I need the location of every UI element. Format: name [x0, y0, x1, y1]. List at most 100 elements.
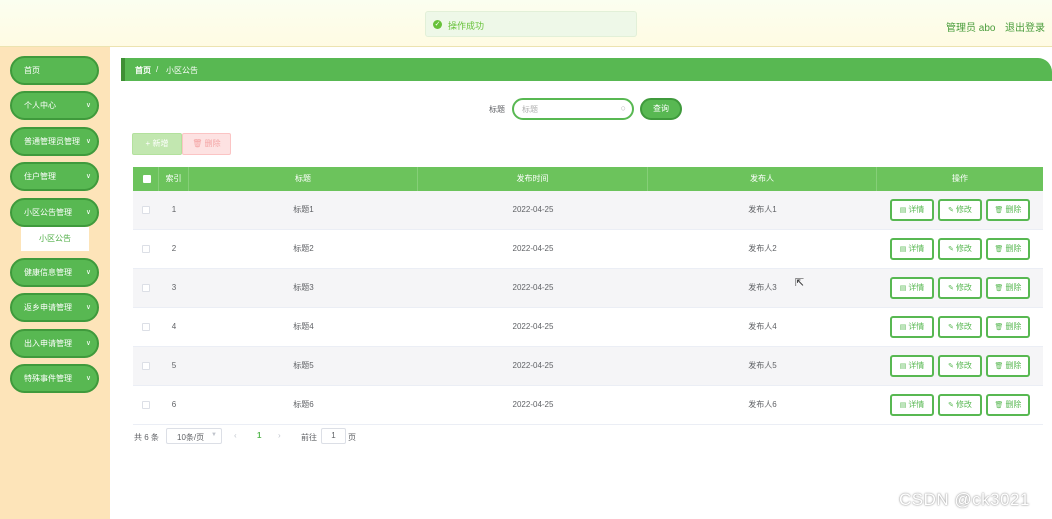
- edit-label: 修改: [955, 322, 972, 331]
- page-unit-label: 页: [348, 433, 356, 442]
- sidebar: 首页 个人中心 ∨ 普通管理员管理 ∨ 住户管理 ∨ 小区公告管理 ∨ 小区公告 健康信…: [0, 47, 110, 519]
- row-checkbox[interactable]: [142, 362, 150, 370]
- header-ops: 操作: [952, 174, 968, 183]
- sidebar-item-label: 个人中心: [24, 101, 56, 110]
- sidebar-item-admin-management[interactable]: 普通管理员管理 ∨: [10, 127, 99, 156]
- table-header: 索引 标题 发布时间 发布人 操作: [133, 167, 1043, 191]
- table-row: 3 标题3 2022-04-25 发布人3 ▤ 详情 ✎ 修改 🗑 删除: [133, 269, 1043, 308]
- goto-page-input[interactable]: 1: [321, 428, 346, 444]
- detail-button[interactable]: ▤ 详情: [890, 199, 934, 221]
- detail-button[interactable]: ▤ 详情: [890, 238, 934, 260]
- sidebar-item-personal-center[interactable]: 个人中心 ∨: [10, 91, 99, 120]
- delete-button[interactable]: 🗑 删除: [986, 316, 1030, 338]
- select-all-checkbox[interactable]: [143, 175, 151, 183]
- cell-index: 1: [171, 205, 177, 214]
- sidebar-item-access-application[interactable]: 出入申请管理 ∨: [10, 329, 99, 358]
- success-toast: ✓ 操作成功: [425, 11, 637, 37]
- delete-button[interactable]: 🗑 删除: [986, 355, 1030, 377]
- trash-icon: 🗑: [994, 285, 1004, 292]
- header-publisher: 发布人: [648, 167, 877, 191]
- next-page-button[interactable]: ›: [278, 431, 281, 440]
- detail-button[interactable]: ▤ 详情: [890, 355, 934, 377]
- edit-button[interactable]: ✎ 修改: [938, 394, 982, 416]
- delete-button[interactable]: 🗑 删除: [986, 394, 1030, 416]
- edit-button[interactable]: ✎ 修改: [938, 277, 982, 299]
- prev-page-button[interactable]: ‹: [234, 431, 237, 440]
- sidebar-item-notice-management[interactable]: 小区公告管理 ∨: [10, 198, 99, 227]
- document-icon: ▤: [899, 402, 907, 409]
- cell-title: 标题5: [293, 361, 314, 370]
- sidebar-item-label: 健康信息管理: [24, 268, 72, 277]
- cell-index: 6: [171, 400, 177, 409]
- cell-title: 标题2: [293, 244, 314, 253]
- delete-label: 删除: [1005, 400, 1022, 409]
- page-size-select[interactable]: 10条/页 ▼: [166, 428, 222, 444]
- search-label: 标题: [489, 105, 505, 114]
- header-date: 发布时间: [418, 167, 648, 191]
- delete-button[interactable]: 🗑 删除: [986, 277, 1030, 299]
- trash-icon: 🗑: [994, 246, 1004, 253]
- cell-index: 4: [171, 322, 177, 331]
- detail-button[interactable]: ▤ 详情: [890, 277, 934, 299]
- query-button[interactable]: 查询: [640, 98, 682, 120]
- sidebar-item-resident-management[interactable]: 住户管理 ∨: [10, 162, 99, 191]
- sidebar-item-home[interactable]: 首页: [10, 56, 99, 85]
- detail-button[interactable]: ▤ 详情: [890, 394, 934, 416]
- cell-index: 2: [171, 244, 177, 253]
- chevron-down-icon: ∨: [85, 375, 91, 382]
- document-icon: ▤: [899, 324, 907, 331]
- sidebar-item-special-events[interactable]: 特殊事件管理 ∨: [10, 364, 99, 393]
- mouse-cursor-icon: ⇱: [795, 277, 805, 289]
- pencil-icon: ✎: [948, 402, 954, 409]
- edit-button[interactable]: ✎ 修改: [938, 355, 982, 377]
- breadcrumb-home[interactable]: 首页: [135, 65, 151, 76]
- detail-button[interactable]: ▤ 详情: [890, 316, 934, 338]
- sidebar-item-label: 出入申请管理: [24, 339, 72, 348]
- chevron-down-icon: ∨: [85, 304, 91, 311]
- delete-label: 删除: [1005, 361, 1022, 370]
- cell-date: 2022-04-25: [512, 283, 554, 292]
- breadcrumb-separator: /: [156, 65, 159, 74]
- current-user: 管理员 abo: [946, 23, 996, 34]
- pencil-icon: ✎: [948, 207, 954, 214]
- header-index: 索引: [159, 167, 189, 191]
- chevron-down-icon: ∨: [85, 209, 91, 216]
- chevron-down-icon: ∨: [85, 138, 91, 145]
- cell-title: 标题4: [293, 322, 314, 331]
- sidebar-item-return-application[interactable]: 返乡申请管理 ∨: [10, 293, 99, 322]
- sidebar-item-health-management[interactable]: 健康信息管理 ∨: [10, 258, 99, 287]
- batch-delete-button[interactable]: 🗑 删除: [182, 133, 231, 155]
- detail-label: 详情: [908, 322, 925, 331]
- chevron-down-icon: ∨: [85, 102, 91, 109]
- cell-index: 5: [171, 361, 177, 370]
- edit-button[interactable]: ✎ 修改: [938, 238, 982, 260]
- cell-publisher: 发布人2: [748, 244, 777, 253]
- row-checkbox[interactable]: [142, 323, 150, 331]
- edit-button[interactable]: ✎ 修改: [938, 199, 982, 221]
- watermark: CSDN @ck3021: [899, 490, 1030, 509]
- delete-label: 删除: [1005, 205, 1022, 214]
- detail-label: 详情: [908, 361, 925, 370]
- sidebar-subitem-notice[interactable]: 小区公告: [21, 227, 89, 251]
- row-checkbox[interactable]: [142, 284, 150, 292]
- delete-button[interactable]: 🗑 删除: [986, 238, 1030, 260]
- pencil-icon: ✎: [948, 363, 954, 370]
- delete-button[interactable]: 🗑 删除: [986, 199, 1030, 221]
- search-input[interactable]: 标题 ○: [512, 98, 634, 120]
- cell-title: 标题3: [293, 283, 314, 292]
- table-row: 1 标题1 2022-04-25 发布人1 ▤ 详情 ✎ 修改 🗑 删除: [133, 191, 1043, 230]
- row-checkbox[interactable]: [142, 401, 150, 409]
- header-title: 标题: [189, 167, 418, 191]
- row-checkbox[interactable]: [142, 206, 150, 214]
- sidebar-item-label: 特殊事件管理: [24, 374, 72, 383]
- logout-link[interactable]: 退出登录: [1005, 19, 1045, 34]
- delete-label: 删除: [1005, 244, 1022, 253]
- breadcrumb: 首页 / 小区公告: [121, 58, 1052, 81]
- add-button[interactable]: + 新增: [132, 133, 182, 155]
- page-number[interactable]: 1: [257, 431, 261, 440]
- row-checkbox[interactable]: [142, 245, 150, 253]
- edit-label: 修改: [955, 361, 972, 370]
- trash-icon: 🗑: [994, 402, 1004, 409]
- cell-title: 标题6: [293, 400, 314, 409]
- edit-button[interactable]: ✎ 修改: [938, 316, 982, 338]
